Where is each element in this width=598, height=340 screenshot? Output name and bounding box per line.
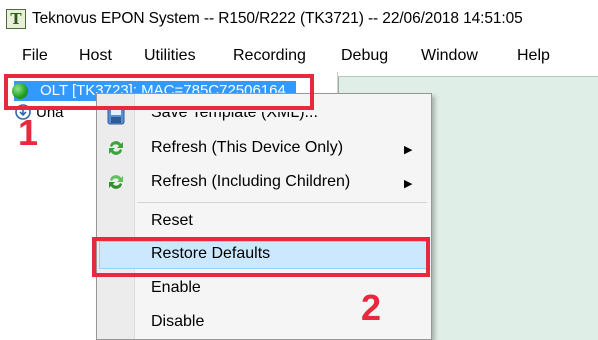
menu-item-enable[interactable]: Enable [151,279,201,297]
title-bar: T Teknovus EPON System -- R150/R222 (TK3… [0,0,598,38]
menu-help[interactable]: Help [517,47,550,65]
menu-host[interactable]: Host [79,47,112,65]
annotation-box-1 [4,74,314,110]
menu-item-refresh-device[interactable]: Refresh (This Device Only) [151,139,343,157]
menu-icon-gutter [97,94,135,339]
menu-bar: File Host Utilities Recording Debug Wind… [0,40,598,70]
menu-separator [137,202,427,203]
menu-file[interactable]: File [22,47,48,65]
app-icon: T [6,9,26,29]
context-menu: Save Template (XML)... Refresh (This Dev… [96,93,432,340]
menu-item-refresh-children[interactable]: Refresh (Including Children) [151,173,350,191]
submenu-arrow-icon: ▶ [404,144,413,156]
menu-item-disable[interactable]: Disable [151,313,204,331]
menu-window[interactable]: Window [421,47,478,65]
annotation-label-2: 2 [361,287,382,328]
menu-debug[interactable]: Debug [341,47,388,65]
menu-utilities[interactable]: Utilities [144,47,196,65]
annotation-box-2 [92,237,430,277]
menu-item-reset[interactable]: Reset [151,212,193,230]
window-title: Teknovus EPON System -- R150/R222 (TK372… [32,10,523,27]
refresh-icon [106,138,126,158]
annotation-label-1: 1 [18,112,39,153]
refresh-children-icon [106,172,126,192]
submenu-arrow-icon: ▶ [404,178,413,190]
menu-recording[interactable]: Recording [233,47,306,65]
